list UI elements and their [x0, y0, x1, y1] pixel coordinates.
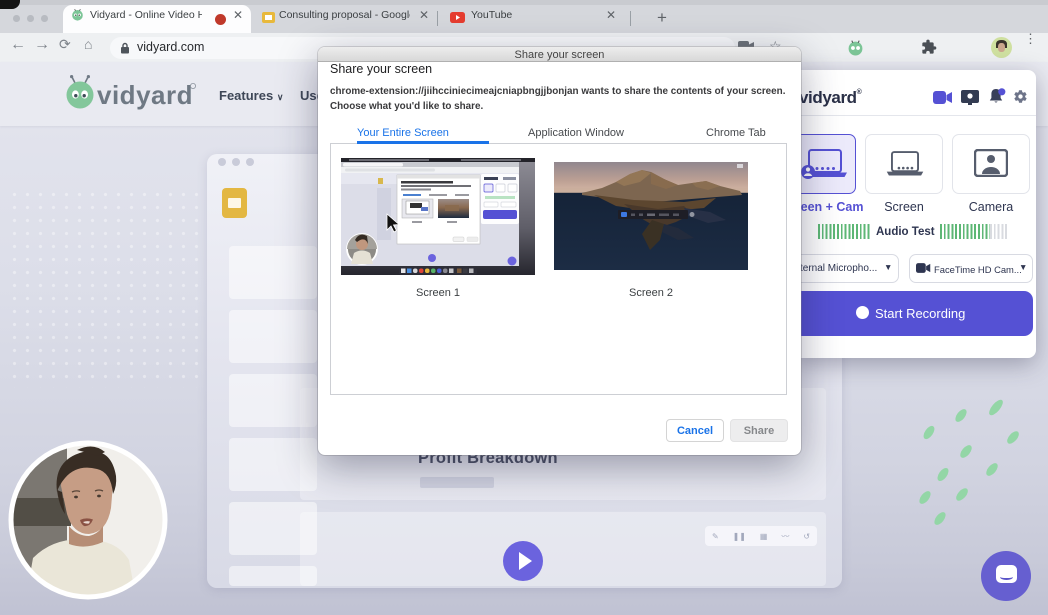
svg-text:vidyard: vidyard: [97, 80, 193, 110]
